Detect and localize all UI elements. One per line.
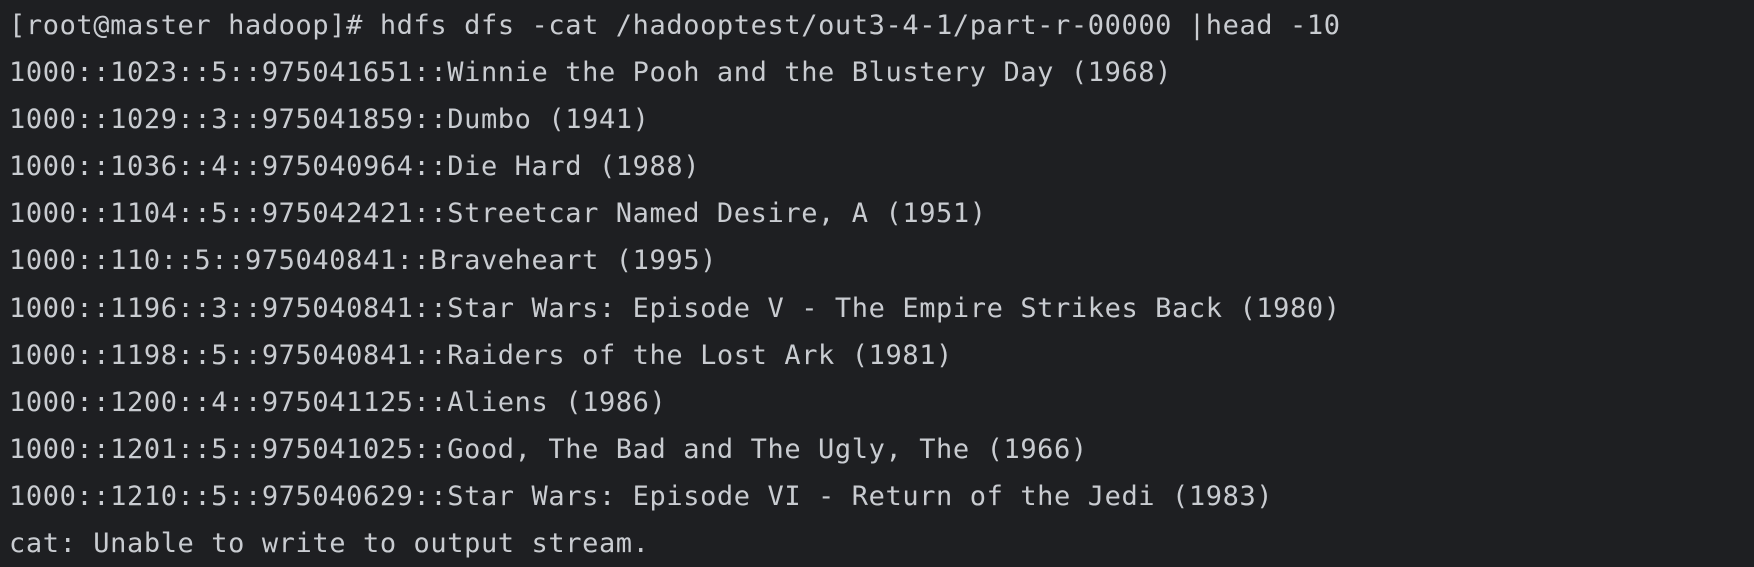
command-text: hdfs dfs -cat /hadooptest/out3-4-1/part-… (379, 10, 1341, 41)
output-line: 1000::110::5::975040841::Braveheart (199… (9, 245, 717, 277)
command-line: [root@master hadoop]# hdfs dfs -cat /had… (9, 2, 1754, 49)
output-line: 1000::1210::5::975040629::Star Wars: Epi… (9, 480, 1274, 512)
output-line: 1000::1036::4::975040964::Die Hard (1988… (9, 151, 701, 183)
terminal-output-area[interactable]: [root@master hadoop]# hdfs dfs -cat /had… (0, 0, 1754, 563)
output-line: 1000::1023::5::975041651::Winnie the Poo… (9, 57, 1173, 89)
output-line: 1000::1196::3::975040841::Star Wars: Epi… (9, 292, 1341, 324)
output-line: 1000::1198::5::975040841::Raiders of the… (9, 339, 953, 371)
output-line: 1000::1200::4::975041125::Aliens (1986) (9, 386, 667, 418)
shell-prompt: [root@master hadoop]# (9, 10, 380, 41)
error-message: cat: Unable to write to output stream. (9, 528, 650, 560)
output-line: 1000::1029::3::975041859::Dumbo (1941) (9, 104, 650, 136)
output-line: 1000::1201::5::975041025::Good, The Bad … (9, 433, 1088, 465)
output-line: 1000::1104::5::975042421::Streetcar Name… (9, 198, 987, 230)
